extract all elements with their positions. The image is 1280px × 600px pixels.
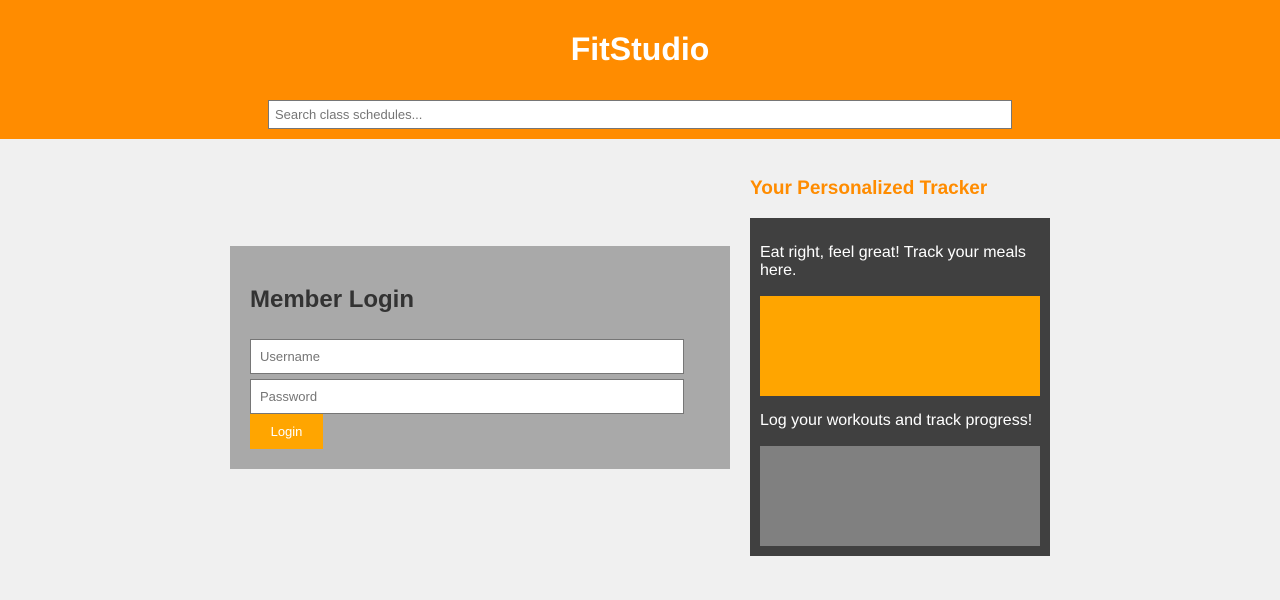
tracker-heading: Your Personalized Tracker xyxy=(750,178,988,199)
login-title: Member Login xyxy=(250,286,415,313)
workouts-tracker-block xyxy=(760,446,1040,546)
login-button[interactable]: Login xyxy=(250,414,323,449)
workouts-text: Log your workouts and track progress! xyxy=(760,412,1033,429)
meals-text: Eat right, feel great! Track your meals … xyxy=(760,244,1026,279)
tracker-panel: Eat right, feel great! Track your meals … xyxy=(750,218,1050,556)
site-title: FitStudio xyxy=(570,31,710,67)
search-input[interactable] xyxy=(268,100,1012,129)
meals-tracker-block xyxy=(760,296,1040,396)
site-header: FitStudio xyxy=(0,0,1280,139)
password-field[interactable] xyxy=(250,379,684,414)
username-field[interactable] xyxy=(250,339,684,374)
member-login-panel: Member Login Login xyxy=(230,246,730,469)
